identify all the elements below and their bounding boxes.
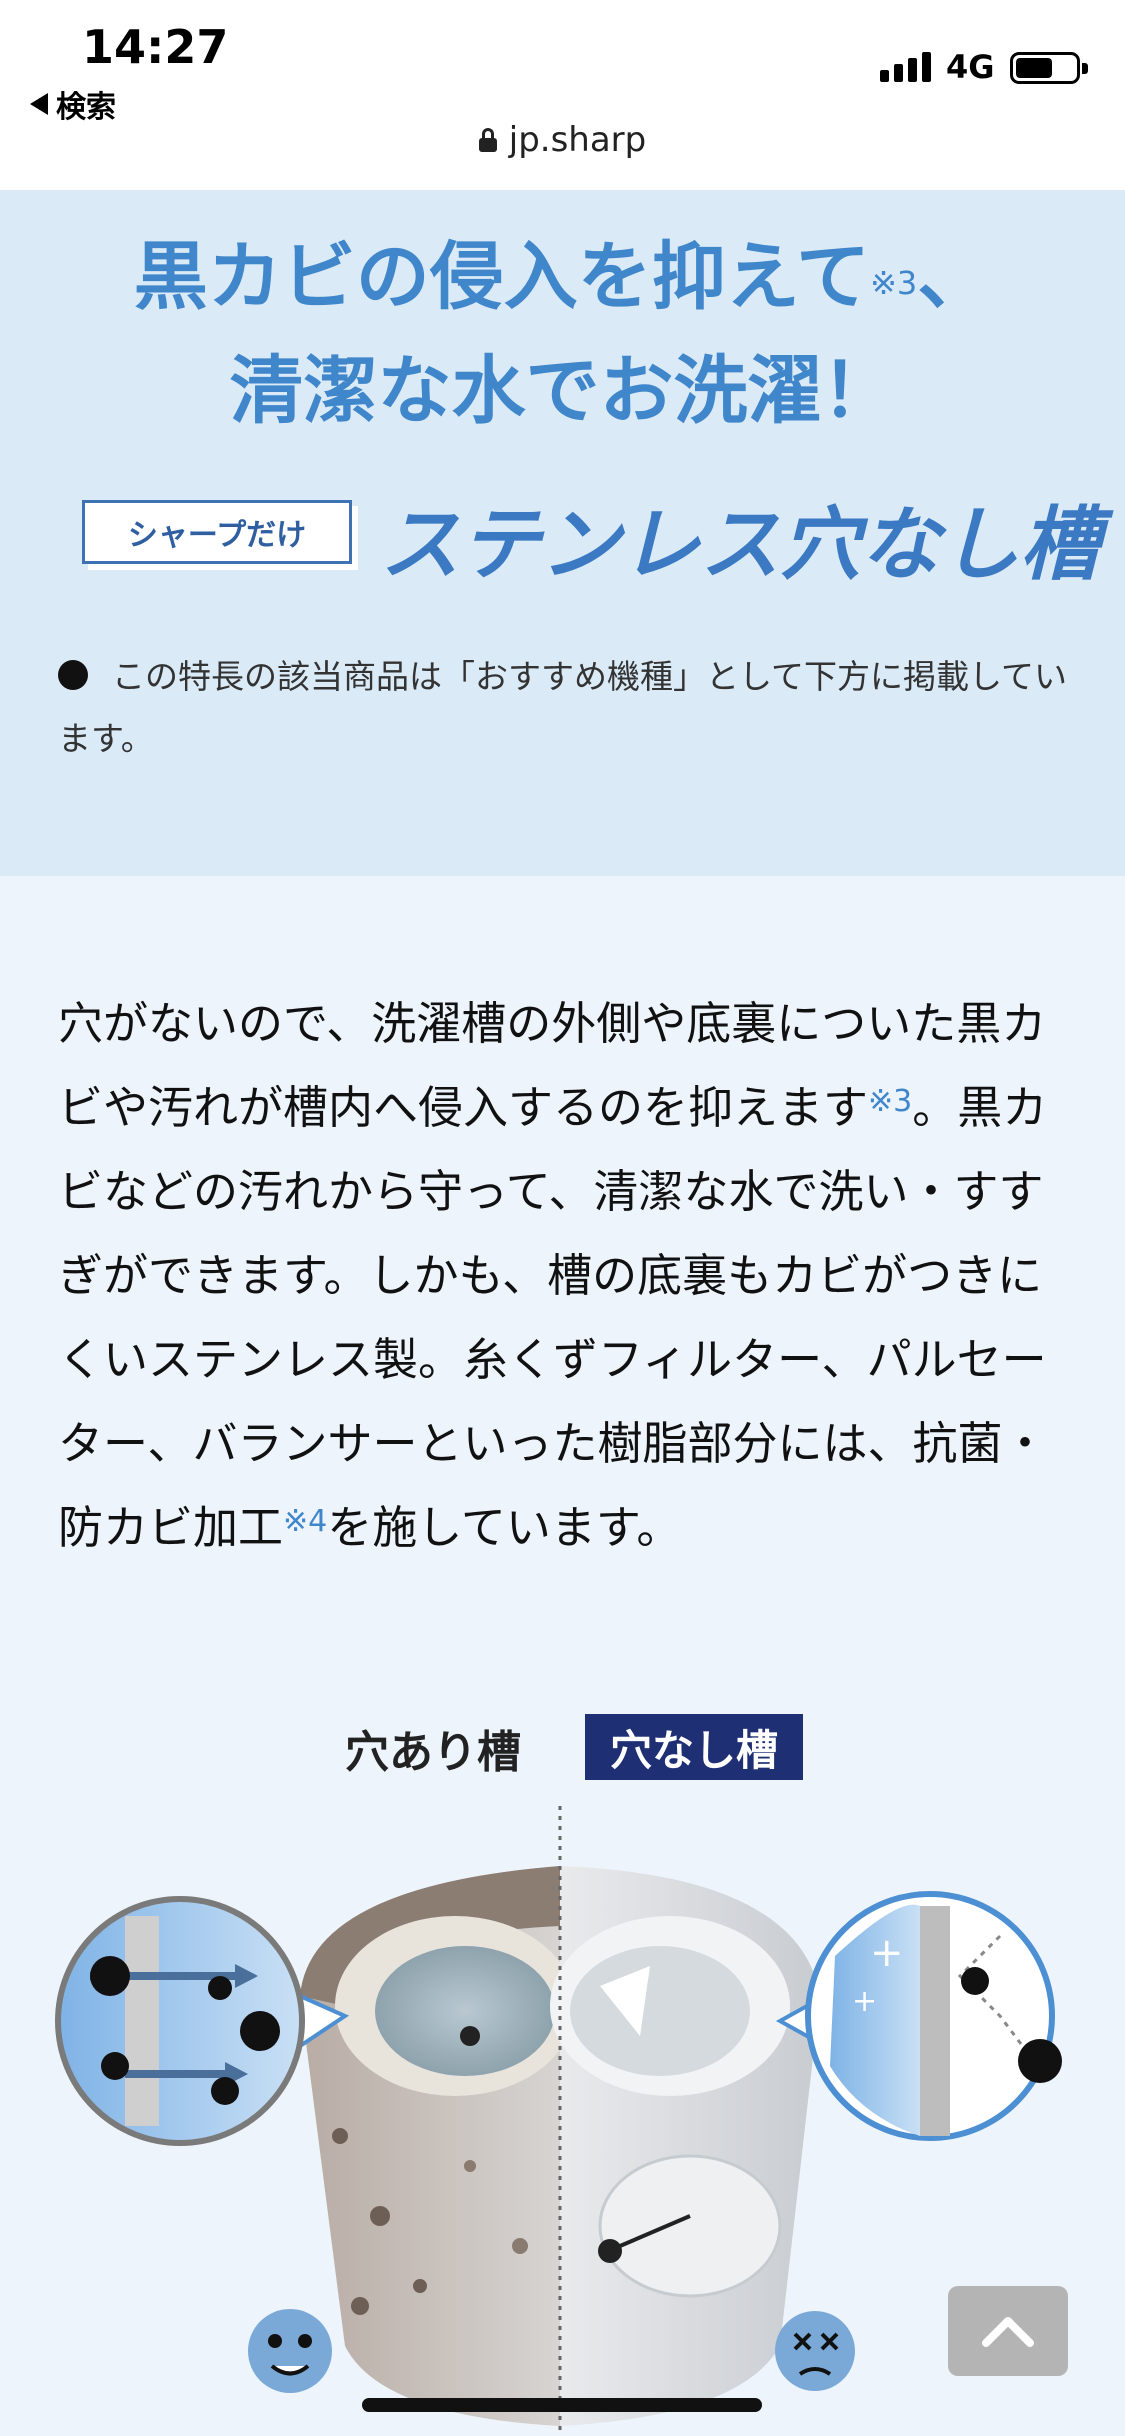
back-arrow-icon (30, 93, 48, 115)
battery-icon (1010, 52, 1088, 84)
angry-germ-character (248, 2309, 332, 2393)
headline: 黒カビの侵入を抑えて※3、 清潔な水でお洗濯！ (0, 220, 1125, 448)
status-bar: 14:27 検索 4G jp.sharp (0, 0, 1125, 190)
signal-icon (880, 52, 931, 82)
label-no-holes: 穴なし槽 (585, 1714, 803, 1780)
product-note-text: この特長の該当商品は「おすすめ機種」として下方に掲載しています。 (58, 657, 1068, 758)
headline-footnote-ref[interactable]: ※3 (870, 264, 917, 302)
hero-section: 黒カビの侵入を抑えて※3、 清潔な水でお洗濯！ シャープだけ ステンレス穴なし槽… (0, 190, 1125, 876)
lock-icon (478, 128, 497, 152)
headline-line2: 清潔な水でお洗濯！ (229, 348, 896, 434)
svg-text:+: + (870, 1930, 904, 1976)
description-text-2: 。黒カビなどの汚れから守って、清潔な水で洗い・すすぎができます。しかも、槽の底裏… (58, 1081, 1048, 1554)
headline-comma: 、 (917, 234, 992, 320)
label-with-holes: 穴あり槽 (345, 1727, 521, 1778)
footnote-ref-4[interactable]: ※4 (283, 1504, 327, 1539)
description-text-3: を施しています。 (327, 1501, 682, 1554)
arrow-up-icon (982, 2317, 1034, 2347)
headline-line1: 黒カビの侵入を抑えて (133, 234, 871, 320)
feature-description: 穴がないので、洗濯槽の外側や底裏についた黒カビや汚れが槽内へ侵入するのを抑えます… (58, 982, 1068, 1570)
feature-title: ステンレス穴なし槽 (380, 498, 1100, 591)
svg-text:+: + (852, 1984, 877, 2019)
bullet-icon (58, 659, 88, 690)
network-type: 4G (946, 48, 995, 86)
footnote-ref-3[interactable]: ※3 (868, 1084, 912, 1119)
feature-detail-section: 穴がないので、洗濯槽の外側や底裏についた黒カビや汚れが槽内へ侵入するのを抑えます… (0, 876, 1125, 2436)
defeated-germ-character (775, 2311, 855, 2391)
zoom-bubble-without-holes: + + (775, 1891, 1062, 2141)
tub-with-holes (300, 1866, 575, 2426)
product-note: この特長の該当商品は「おすすめ機種」として下方に掲載しています。 (58, 646, 1068, 770)
zoom-bubble-with-holes (55, 1896, 350, 2146)
home-indicator[interactable] (362, 2398, 762, 2412)
scroll-to-top-button[interactable] (948, 2286, 1068, 2376)
address-bar[interactable]: jp.sharp (0, 120, 1125, 160)
exclusive-badge: シャープだけ (82, 500, 352, 564)
url-text: jp.sharp (508, 120, 647, 160)
status-time: 14:27 (82, 20, 229, 74)
